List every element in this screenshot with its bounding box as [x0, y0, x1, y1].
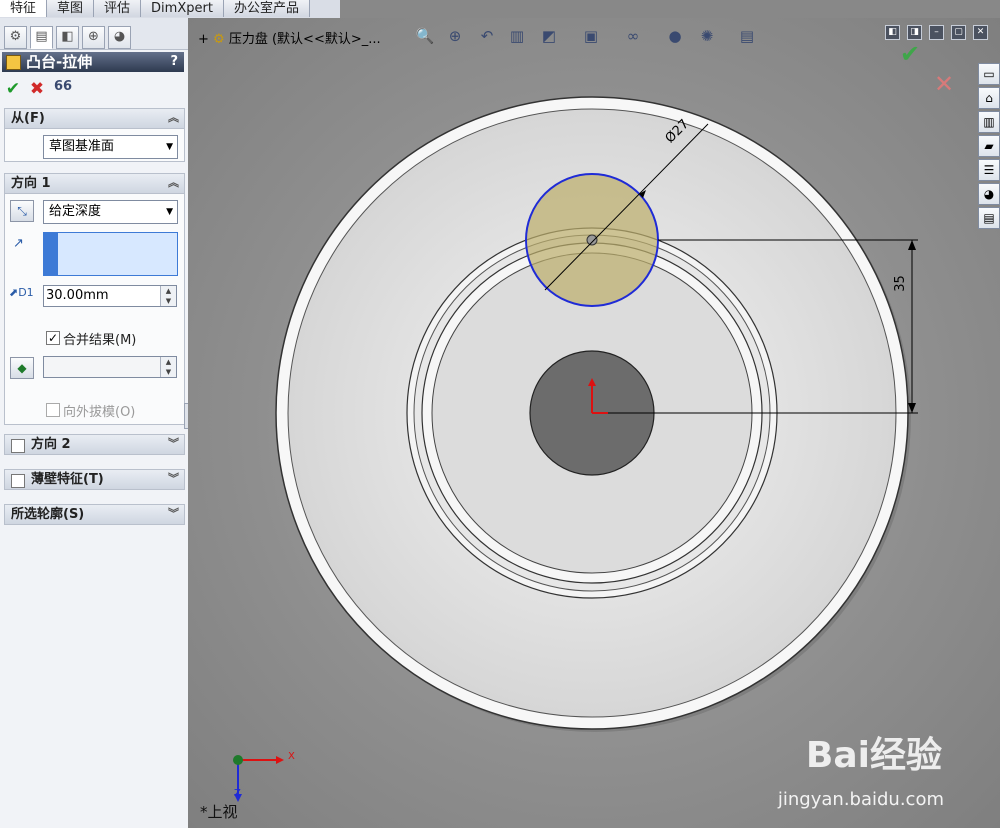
- dropdown-arrow-icon: ▼: [166, 207, 173, 217]
- thin-feature-section[interactable]: 薄壁特征(T) ︾: [4, 469, 185, 490]
- configuration-tab-icon[interactable]: ◧: [56, 26, 79, 49]
- direction1-section: 方向 1 ︽ ⤡ 给定深度 ▼ ↗ ⬈D1 30.00mm ▲ ▼ ✓ 合并结果(…: [4, 173, 185, 425]
- draft-outward-checkbox[interactable]: [46, 403, 60, 417]
- direction1-section-header[interactable]: 方向 1 ︽: [5, 174, 184, 194]
- reverse-direction-icon[interactable]: ⤡: [10, 200, 34, 222]
- collapse-chevron-icon[interactable]: ︽: [168, 173, 179, 192]
- view-name-label: *上视: [200, 803, 238, 821]
- expand-chevron-icon[interactable]: ︾: [168, 504, 179, 523]
- command-manager-tabs: 特征 草图 评估 DimXpert 办公室产品: [0, 0, 340, 19]
- end-condition-select[interactable]: 给定深度 ▼: [43, 200, 178, 224]
- direction2-section[interactable]: 方向 2 ︾: [4, 434, 185, 455]
- expand-chevron-icon[interactable]: ︾: [168, 434, 179, 453]
- dimension-arrow-icon: [908, 240, 916, 250]
- dimxpert-tab-icon[interactable]: ⊕: [82, 26, 105, 49]
- merge-result-checkbox[interactable]: ✓: [46, 331, 60, 345]
- tab-dimxpert[interactable]: DimXpert: [141, 0, 224, 17]
- tab-evaluate[interactable]: 评估: [94, 0, 142, 17]
- tab-sketch[interactable]: 草图: [47, 0, 95, 17]
- depth-d1-icon: ⬈D1: [9, 286, 34, 299]
- display-manager-tab-icon[interactable]: ◕: [108, 26, 131, 49]
- triad-origin: [233, 755, 243, 765]
- from-section: 从(F) ︽ 草图基准面 ▼: [4, 108, 185, 162]
- panel-tabs: ⚙ ▤ ◧ ⊕ ◕: [0, 18, 188, 50]
- direction-selection-box[interactable]: [43, 232, 178, 276]
- property-manager-tab-icon[interactable]: ▤: [30, 26, 53, 49]
- help-button[interactable]: ?: [170, 52, 178, 72]
- tab-office-products[interactable]: 办公室产品: [223, 0, 310, 17]
- direction2-checkbox[interactable]: [11, 439, 25, 453]
- baidu-watermark-logo: Bai经验: [805, 735, 942, 776]
- draft-spinner[interactable]: ▲ ▼: [160, 357, 176, 377]
- from-section-header[interactable]: 从(F) ︽: [5, 109, 184, 129]
- panel-title-bar: 凸台-拉伸 ?: [2, 52, 184, 72]
- expand-chevron-icon[interactable]: ︾: [168, 469, 179, 488]
- thin-feature-checkbox[interactable]: [11, 474, 25, 488]
- tab-features[interactable]: 特征: [0, 0, 48, 17]
- triad-arrow-icon: [276, 756, 284, 764]
- direction-vector-icon: ↗: [13, 236, 24, 251]
- dropdown-arrow-icon: ▼: [166, 142, 173, 152]
- panel-title: 凸台-拉伸: [26, 53, 93, 71]
- collapse-chevron-icon[interactable]: ︽: [168, 108, 179, 127]
- feature-tree-tab-icon[interactable]: ⚙: [4, 26, 27, 49]
- draft-angle-input[interactable]: ▲ ▼: [43, 356, 177, 378]
- extrude-icon: [6, 55, 21, 70]
- cancel-button[interactable]: ✖: [28, 79, 46, 99]
- property-manager-panel: ⚙ ▤ ◧ ⊕ ◕ 凸台-拉伸 ? ✔ ✖ 66 从(F) ︽ 草图基准面 ▼ …: [0, 18, 192, 828]
- graphics-viewport[interactable]: 🔍 ⊕ ↶ ▥ ◩ ▣ ∞ ● ✺ ▤ ◧ ◨ – ▢ ✕ + ⚙ 压力盘 (默…: [188, 18, 1000, 828]
- model-canvas[interactable]: [188, 18, 1000, 828]
- triad-x-label: X: [288, 751, 295, 762]
- baidu-watermark-url: jingyan.baidu.com: [777, 789, 944, 810]
- depth-spinner[interactable]: ▲ ▼: [160, 286, 176, 306]
- draft-icon[interactable]: ◆: [10, 357, 34, 379]
- preview-glasses-icon[interactable]: 66: [54, 79, 72, 94]
- circle-center-point[interactable]: [586, 234, 598, 246]
- depth-input[interactable]: 30.00mm ▲ ▼: [43, 285, 177, 307]
- ok-button[interactable]: ✔: [4, 79, 22, 99]
- draft-outward-label: 向外拔模(O): [63, 405, 136, 420]
- merge-result-label: 合并结果(M): [63, 333, 137, 348]
- from-select[interactable]: 草图基准面 ▼: [43, 135, 178, 159]
- vertical-dimension-text[interactable]: 35: [893, 275, 908, 292]
- triad-z-label: Z: [234, 788, 241, 799]
- selected-contours-section[interactable]: 所选轮廓(S) ︾: [4, 504, 185, 525]
